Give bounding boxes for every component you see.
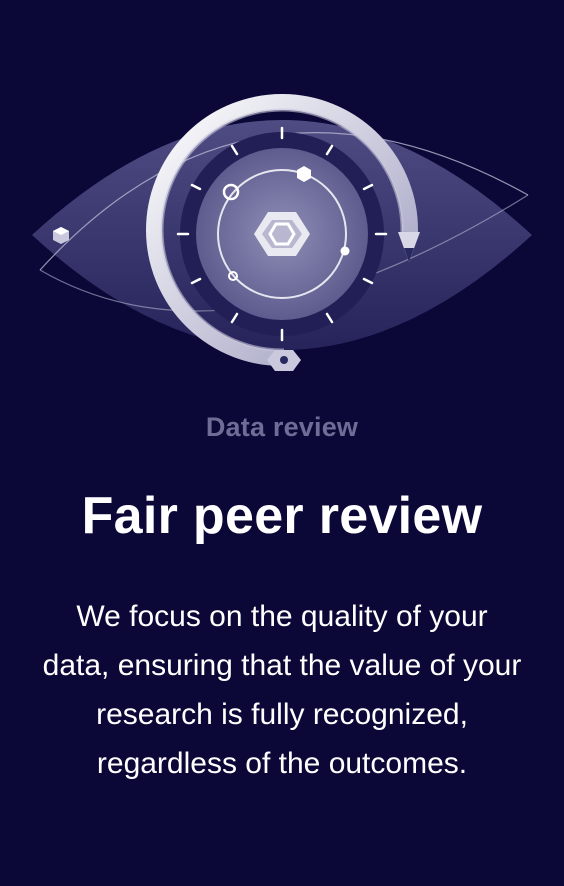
section-eyebrow: Data review [205,412,359,442]
section-title: Fair peer review [81,487,483,545]
eye-illustration [32,94,532,371]
node-filled [340,246,350,256]
section-description: We focus on the quality of your data, en… [42,600,522,780]
